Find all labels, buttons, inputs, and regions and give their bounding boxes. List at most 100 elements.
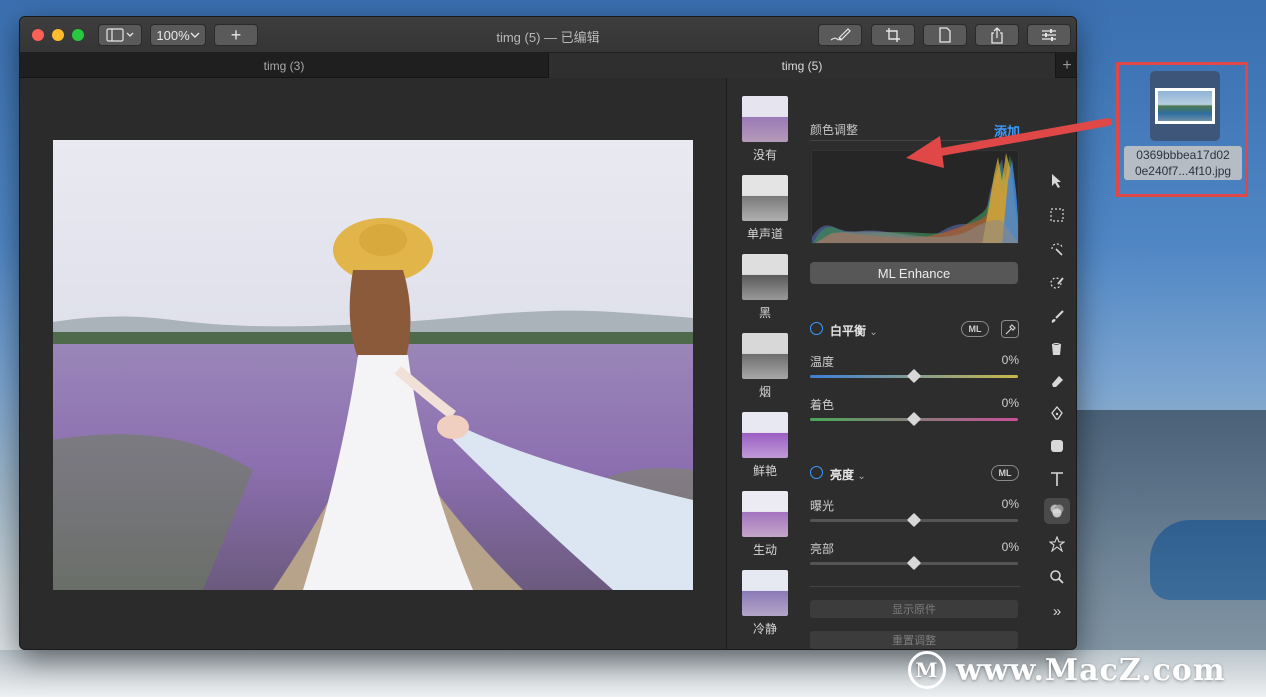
file-name-line1: 0369bbbea17d02 xyxy=(1136,148,1230,162)
zoom-tool[interactable] xyxy=(1044,564,1070,590)
magnifier-icon xyxy=(1050,570,1064,584)
eraser-icon xyxy=(1052,376,1063,387)
shape-tool[interactable] xyxy=(1044,433,1070,459)
share-icon xyxy=(991,26,1003,44)
quick-select-icon xyxy=(1050,277,1064,289)
file-name-line2: 0e240f7...4f10.jpg xyxy=(1134,164,1232,178)
rect-select-tool[interactable] xyxy=(1044,202,1070,228)
ml-enhance-button[interactable]: ML Enhance xyxy=(810,262,1018,284)
tab-bar: timg (3) timg (5) + xyxy=(20,53,1076,78)
preset-lively[interactable]: 生动 xyxy=(742,491,788,558)
reset-adjustments-button[interactable]: 重置调整 xyxy=(810,631,1018,649)
file-thumbnail-image xyxy=(1158,91,1212,121)
preset-thumbnail xyxy=(742,96,788,142)
chevron-down-icon: ⌄ xyxy=(869,327,878,338)
highlights-value: 0% xyxy=(1001,540,1019,554)
tint-value: 0% xyxy=(1001,396,1019,410)
white-balance-toggle[interactable] xyxy=(810,322,823,335)
paint-bucket-tool[interactable] xyxy=(1044,336,1070,362)
preset-smoke[interactable]: 烟 xyxy=(742,333,788,400)
white-balance-label: 白平衡 xyxy=(830,324,867,338)
pen-icon xyxy=(1051,405,1063,420)
brush-tool[interactable] xyxy=(1044,304,1070,330)
temperature-value: 0% xyxy=(1001,353,1019,367)
preset-none[interactable]: 没有 xyxy=(742,96,788,163)
preset-label: 生动 xyxy=(752,543,777,557)
more-tools-button[interactable]: » xyxy=(1044,598,1070,624)
marquee-icon xyxy=(1050,208,1064,222)
canvas-area[interactable] xyxy=(20,78,726,649)
preset-thumbnail xyxy=(742,254,788,300)
brightness-ml-button[interactable]: ML xyxy=(991,465,1019,481)
magic-select-tool[interactable] xyxy=(1044,236,1070,262)
presets-panel: 没有 单声道 黑 烟 鲜艳 生动 冷静 xyxy=(727,78,801,649)
adjustments-button[interactable] xyxy=(1027,24,1071,46)
share-button[interactable] xyxy=(975,24,1019,46)
effects-tool[interactable] xyxy=(1044,531,1070,557)
color-adjust-title: 颜色调整 xyxy=(810,123,859,137)
crop-icon xyxy=(886,28,900,42)
edited-photo[interactable] xyxy=(53,140,693,590)
titlebar: 100% + timg (5) — 已编辑 xyxy=(20,17,1076,53)
highlights-slider-thumb[interactable] xyxy=(906,555,922,571)
preset-vivid[interactable]: 鲜艳 xyxy=(742,412,788,479)
tab-timg-3[interactable]: timg (3) xyxy=(20,53,548,78)
crop-button[interactable] xyxy=(871,24,915,46)
eyedropper-icon xyxy=(1005,323,1016,334)
markup-button[interactable] xyxy=(818,24,862,46)
preset-label: 冷静 xyxy=(752,622,777,636)
desktop-file-name[interactable]: 0369bbbea17d02 0e240f7...4f10.jpg xyxy=(1124,146,1242,180)
white-balance-title[interactable]: 白平衡 ⌄ xyxy=(830,322,878,339)
highlights-label: 亮部 xyxy=(810,542,835,556)
color-adjust-tool[interactable] xyxy=(1044,498,1070,524)
watermark-text: www.MacZ.com xyxy=(956,652,1226,688)
text-tool[interactable] xyxy=(1044,466,1070,492)
temperature-slider-thumb[interactable] xyxy=(906,368,922,384)
tab-label: timg (3) xyxy=(263,58,305,73)
smart-select-tool[interactable] xyxy=(1044,270,1070,296)
exposure-label: 曝光 xyxy=(810,499,835,513)
brightness-title[interactable]: 亮度 ⌄ xyxy=(830,466,866,483)
bucket-icon xyxy=(1051,342,1062,355)
preset-label: 烟 xyxy=(758,385,771,399)
tint-label: 着色 xyxy=(810,398,835,412)
eyedropper-button[interactable] xyxy=(1001,320,1019,338)
preset-label: 单声道 xyxy=(746,227,783,241)
preset-black[interactable]: 黑 xyxy=(742,254,788,321)
plus-icon: + xyxy=(1062,56,1072,74)
double-chevron-icon: » xyxy=(1052,602,1062,620)
tab-timg-5[interactable]: timg (5) xyxy=(548,53,1056,78)
preset-thumbnail xyxy=(742,175,788,221)
white-balance-ml-button[interactable]: ML xyxy=(961,321,989,337)
desktop-file-icon[interactable] xyxy=(1155,88,1215,124)
brightness-label: 亮度 xyxy=(830,468,855,482)
preset-mono[interactable]: 单声道 xyxy=(742,175,788,242)
color-circles-icon xyxy=(1050,504,1064,518)
window-title: timg (5) — 已编辑 xyxy=(496,30,600,45)
preset-thumbnail xyxy=(742,491,788,537)
pointer-icon xyxy=(1052,174,1061,188)
new-tab-button[interactable]: + xyxy=(1056,53,1076,78)
preset-label: 没有 xyxy=(752,148,777,162)
preset-thumbnail xyxy=(742,412,788,458)
photo-image xyxy=(53,140,693,590)
document-icon xyxy=(939,27,951,43)
exposure-slider-thumb[interactable] xyxy=(906,512,922,528)
arrow-select-tool[interactable] xyxy=(1044,168,1070,194)
brush-icon xyxy=(1051,310,1064,323)
eraser-tool[interactable] xyxy=(1044,368,1070,394)
sliders-icon xyxy=(1042,29,1056,41)
show-original-button[interactable]: 显示原件 xyxy=(810,600,1018,618)
preset-calm[interactable]: 冷静 xyxy=(742,570,788,637)
desktop-background-lake xyxy=(1150,520,1266,600)
preset-label: 鲜艳 xyxy=(752,464,777,478)
document-button[interactable] xyxy=(923,24,967,46)
brightness-toggle[interactable] xyxy=(810,466,823,479)
magic-lasso-icon xyxy=(1051,243,1063,256)
site-watermark: M www.MacZ.com xyxy=(908,648,1226,692)
star-effects-icon xyxy=(1049,536,1065,552)
temperature-label: 温度 xyxy=(810,355,835,369)
section-divider xyxy=(810,586,1020,587)
pen-tool[interactable] xyxy=(1044,400,1070,426)
tint-slider-thumb[interactable] xyxy=(906,411,922,427)
